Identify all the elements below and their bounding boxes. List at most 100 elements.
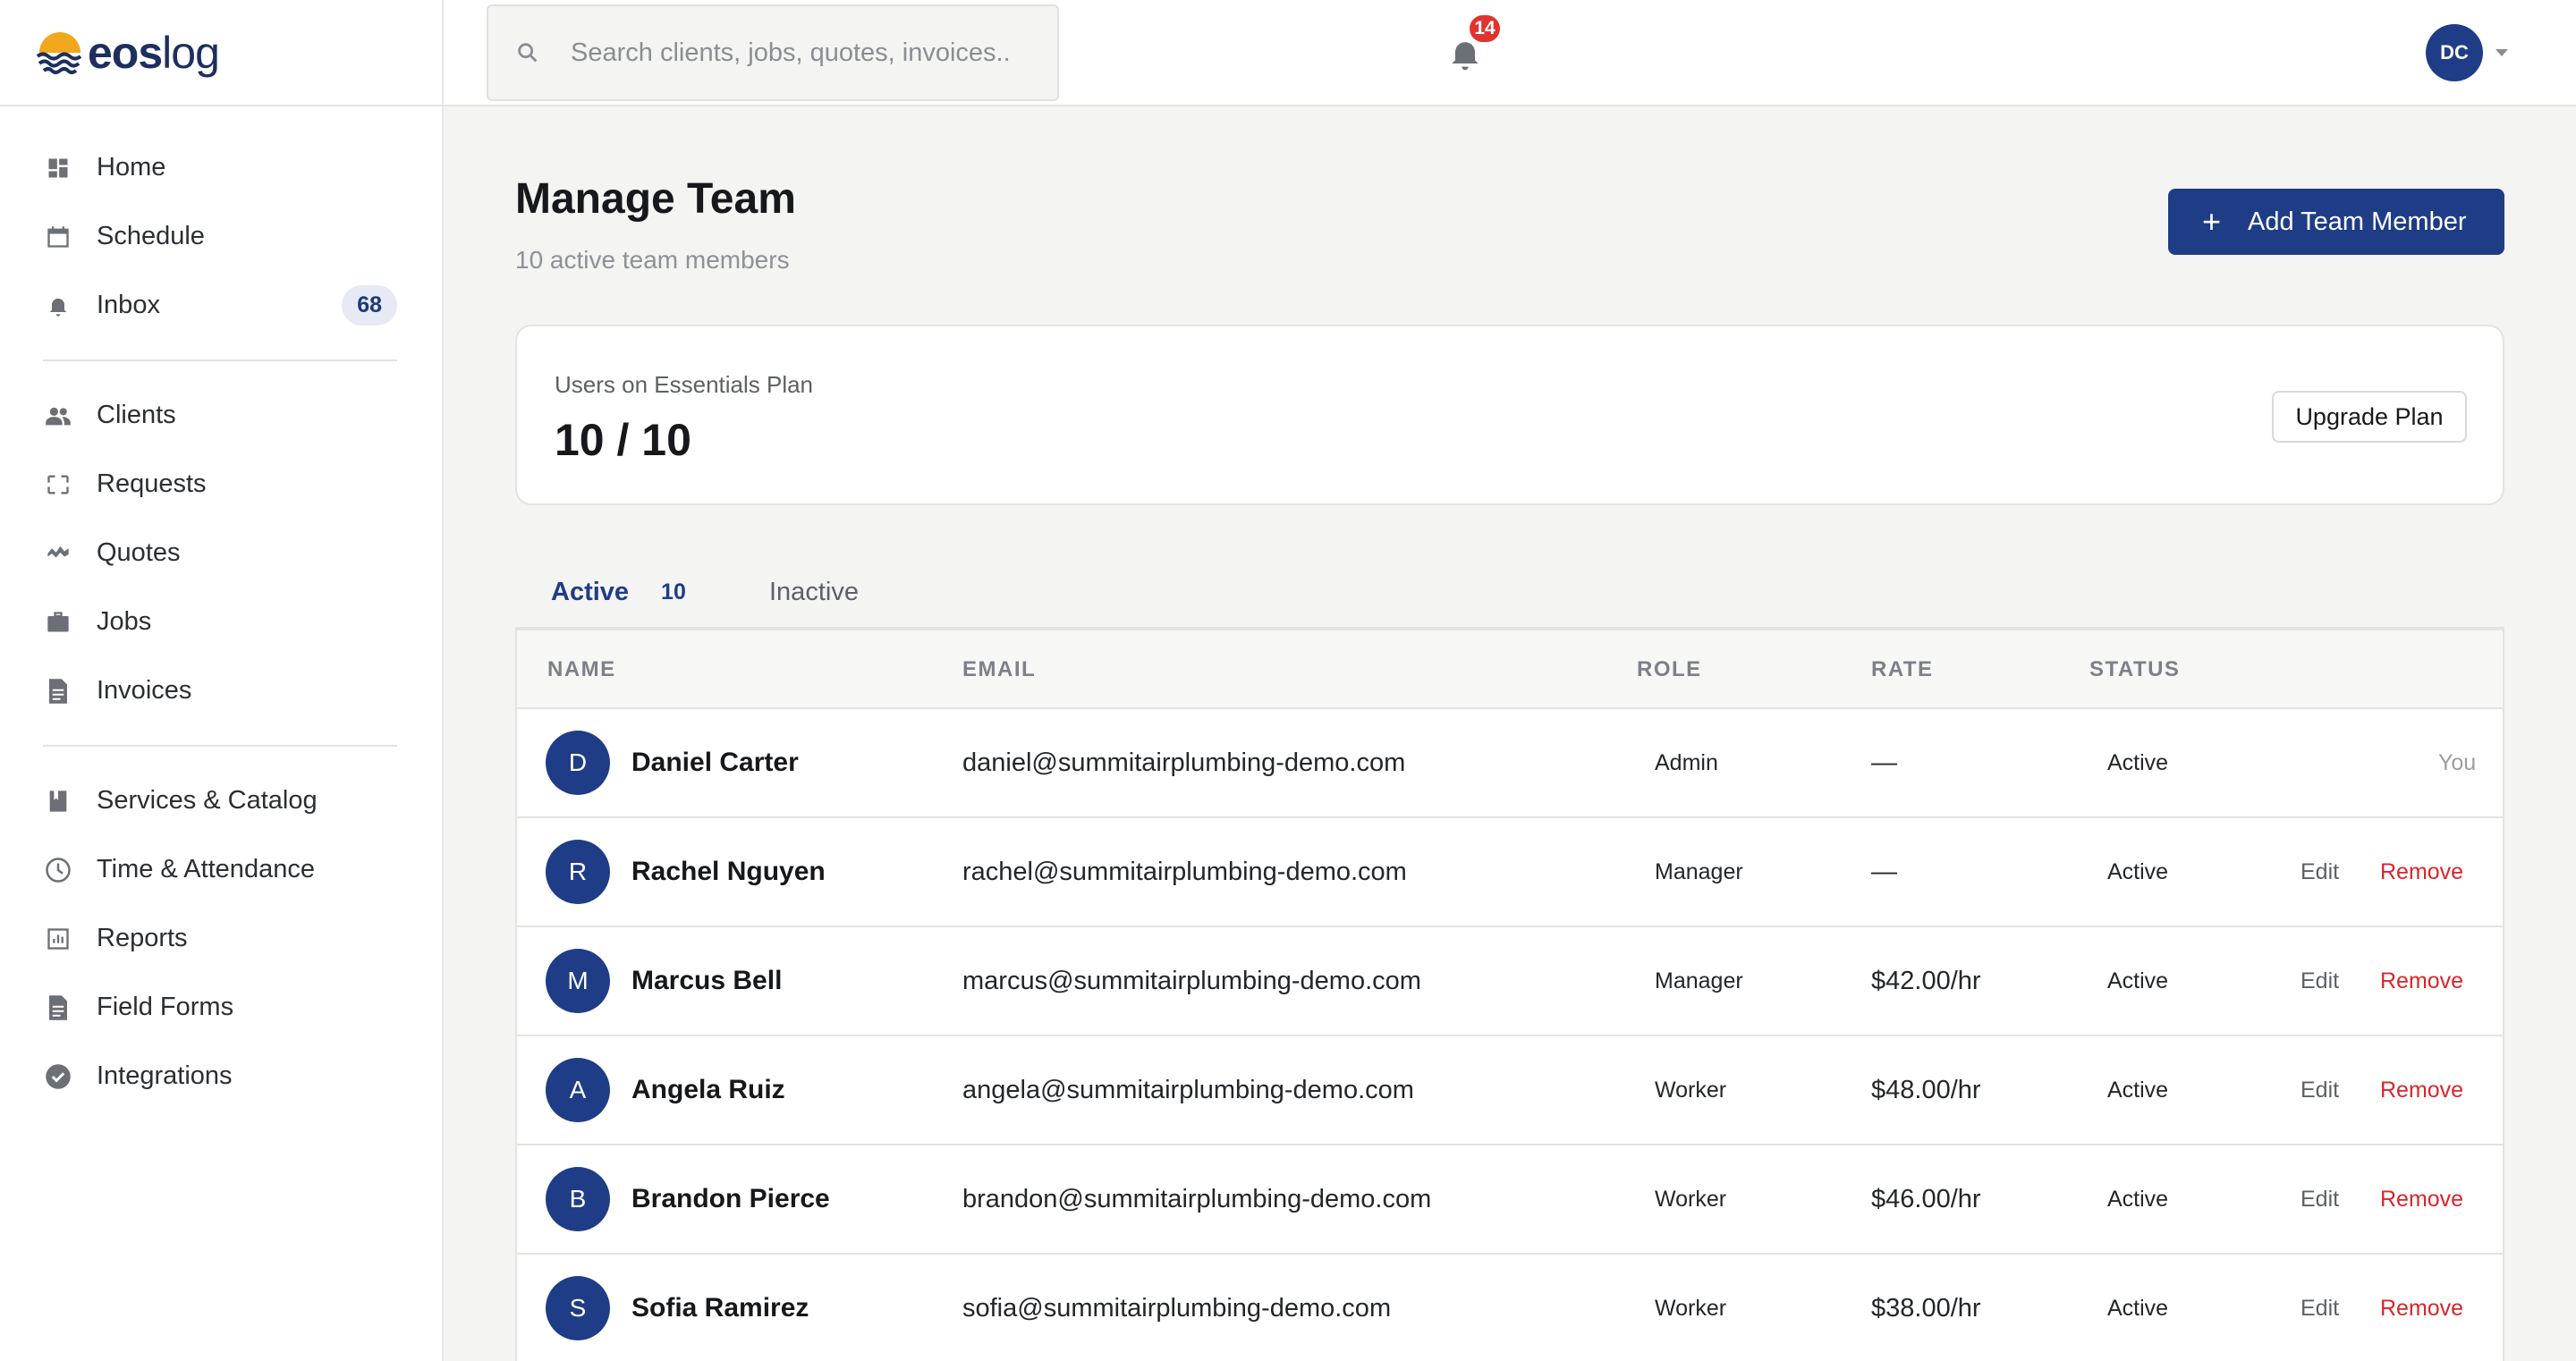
edit-link[interactable]: Edit [2301, 1036, 2339, 1144]
sidebar-item-time-attendance[interactable]: Time & Attendance [0, 835, 442, 904]
sidebar-item-field-forms[interactable]: Field Forms [0, 973, 442, 1042]
member-email: marcus@summitairplumbing-demo.com [962, 966, 1421, 995]
sidebar-item-home[interactable]: Home [0, 133, 442, 202]
sidebar-item-quotes[interactable]: Quotes [0, 519, 442, 588]
column-header-status: STATUS [2089, 657, 2181, 681]
sun-wave-logo-icon [36, 31, 82, 74]
page-subtitle: 10 active team members [515, 246, 790, 274]
sidebar-item-inbox[interactable]: Inbox 68 [0, 271, 442, 340]
member-role: Worker [1655, 1186, 1727, 1212]
brand-logo[interactable]: eoslog [0, 0, 442, 106]
search-icon [518, 43, 538, 63]
member-status: Active [2107, 1077, 2169, 1103]
member-avatar: M [546, 949, 610, 1013]
remove-link[interactable]: Remove [2380, 818, 2463, 926]
plan-usage-value: 10 / 10 [555, 415, 691, 465]
check-circle-icon [43, 1061, 73, 1092]
remove-link[interactable]: Remove [2380, 1145, 2463, 1253]
edit-link[interactable]: Edit [2301, 818, 2339, 926]
search-input[interactable] [571, 38, 1036, 68]
topbar: 14 DC [444, 0, 2576, 106]
member-avatar: B [546, 1167, 610, 1231]
calendar-icon [43, 222, 73, 252]
user-avatar[interactable]: DC [2426, 24, 2483, 81]
name-cell: A Angela Ruiz [546, 1036, 785, 1144]
clock-icon [43, 855, 73, 885]
upgrade-plan-button[interactable]: Upgrade Plan [2272, 391, 2467, 443]
caret-down-icon[interactable] [2496, 49, 2508, 56]
member-role: Admin [1655, 749, 1718, 775]
sidebar-item-label: Jobs [97, 607, 152, 636]
sidebar-item-services-catalog[interactable]: Services & Catalog [0, 766, 442, 835]
plan-label: Users on Essentials Plan [555, 371, 814, 398]
column-header-rate: RATE [1871, 657, 1934, 681]
table-row: A Angela Ruiz angela@summitairplumbing-d… [517, 1036, 2503, 1145]
name-cell: S Sofia Ramirez [546, 1255, 809, 1361]
edit-link[interactable]: Edit [2301, 927, 2339, 1035]
sidebar-item-label: Integrations [97, 1061, 233, 1090]
member-role: Worker [1655, 1295, 1727, 1321]
edit-link[interactable]: Edit [2301, 1145, 2339, 1253]
member-rate: $42.00/hr [1871, 966, 1981, 995]
document-icon [43, 676, 73, 706]
name-cell: B Brandon Pierce [546, 1145, 830, 1253]
sidebar-item-requests[interactable]: Requests [0, 450, 442, 519]
member-role: Manager [1655, 858, 1743, 884]
member-name: Sofia Ramirez [631, 1293, 809, 1323]
member-rate: $46.00/hr [1871, 1184, 1981, 1213]
sidebar-item-reports[interactable]: Reports [0, 904, 442, 973]
edit-link[interactable]: Edit [2301, 1255, 2339, 1361]
member-email: rachel@summitairplumbing-demo.com [962, 857, 1407, 886]
sidebar-item-label: Clients [97, 401, 176, 429]
sidebar-item-clients[interactable]: Clients [0, 381, 442, 450]
sidebar-item-label: Field Forms [97, 993, 234, 1021]
remove-link[interactable]: Remove [2380, 1255, 2463, 1361]
sidebar-nav: Home Schedule Inbox 68 Clients Requests … [0, 106, 442, 1111]
column-header-name: NAME [547, 657, 616, 681]
sidebar: eoslog Home Schedule Inbox 68 Clients Re… [0, 0, 444, 1361]
nav-divider [43, 745, 397, 747]
remove-link[interactable]: Remove [2380, 1036, 2463, 1144]
name-cell: M Marcus Bell [546, 927, 782, 1035]
member-avatar: R [546, 840, 610, 904]
member-name: Brandon Pierce [631, 1184, 830, 1213]
table-row: R Rachel Nguyen rachel@summitairplumbing… [517, 818, 2503, 927]
people-icon [43, 401, 73, 431]
sidebar-item-schedule[interactable]: Schedule [0, 202, 442, 271]
request-icon [43, 469, 73, 500]
sidebar-item-invoices[interactable]: Invoices [0, 656, 442, 725]
dashboard-icon [43, 153, 73, 183]
nav-divider [43, 359, 397, 361]
table-row: D Daniel Carter daniel@summitairplumbing… [517, 709, 2503, 818]
member-status: Active [2107, 858, 2169, 884]
sidebar-item-jobs[interactable]: Jobs [0, 588, 442, 656]
sidebar-item-label: Services & Catalog [97, 786, 318, 815]
sidebar-item-label: Inbox [97, 291, 160, 319]
sidebar-item-integrations[interactable]: Integrations [0, 1042, 442, 1111]
remove-link[interactable]: Remove [2380, 927, 2463, 1035]
quotes-icon [43, 538, 73, 569]
search-box[interactable] [487, 4, 1059, 101]
member-email: brandon@summitairplumbing-demo.com [962, 1184, 1432, 1213]
member-rate: — [1871, 748, 1897, 777]
member-avatar: D [546, 731, 610, 795]
member-avatar: A [546, 1058, 610, 1122]
table-row: M Marcus Bell marcus@summitairplumbing-d… [517, 927, 2503, 1036]
member-status: Active [2107, 968, 2169, 993]
name-cell: D Daniel Carter [546, 709, 799, 816]
page-title: Manage Team [515, 175, 796, 223]
form-icon [43, 993, 73, 1023]
book-icon [43, 786, 73, 816]
member-tabs: Active 10 Inactive [515, 554, 2504, 634]
sidebar-item-label: Requests [97, 469, 207, 498]
tab-active-label: Active [551, 577, 630, 606]
tab-active[interactable]: Active 10 [515, 554, 732, 634]
add-team-member-button[interactable]: + Add Team Member [2168, 189, 2504, 255]
brand-name: eoslog [88, 27, 220, 79]
inbox-count-badge: 68 [342, 285, 397, 325]
brand-name-light: log [162, 27, 220, 78]
member-name: Daniel Carter [631, 748, 799, 777]
sidebar-item-label: Quotes [97, 538, 181, 567]
tab-inactive[interactable]: Inactive [769, 554, 859, 630]
member-email: daniel@summitairplumbing-demo.com [962, 748, 1406, 777]
